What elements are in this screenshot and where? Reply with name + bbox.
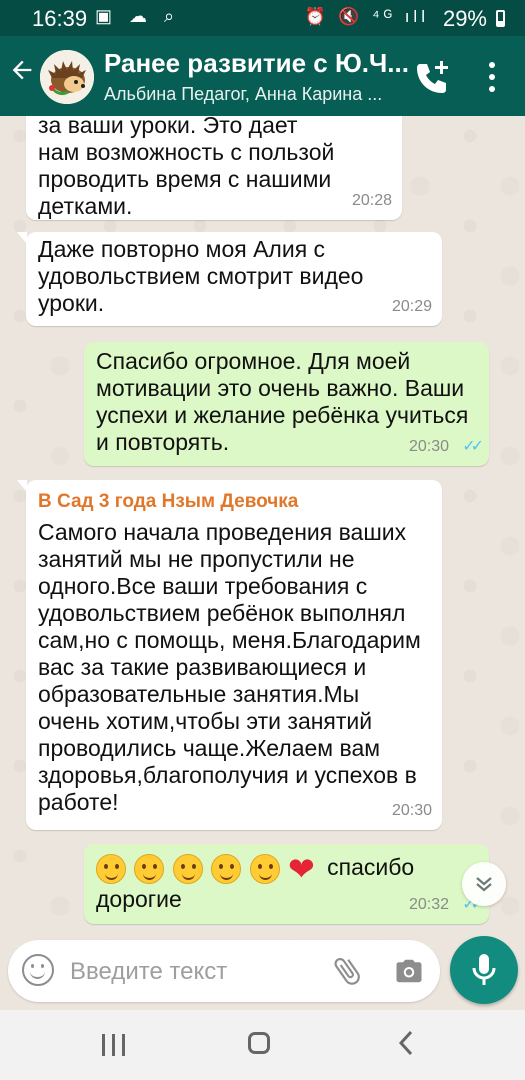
message-text: дорогие (96, 885, 182, 912)
message-outgoing[interactable]: ❤ спасибо дорогие 20:32 ✓✓ (84, 844, 489, 924)
read-receipt-icon: ✓✓ (462, 438, 484, 455)
message-incoming[interactable]: Даже повторно моя Алия с удовольствием с… (17, 232, 442, 326)
camera-icon[interactable] (394, 956, 424, 986)
back-arrow-icon[interactable] (8, 56, 36, 90)
hugging-face-icon (249, 853, 280, 884)
notification-icons: ▣ ☁ ⌕ (95, 6, 181, 26)
chat-participants[interactable]: Альбина Педагог, Анна Карина ... (104, 84, 382, 105)
microphone-icon (472, 954, 496, 985)
message-incoming[interactable]: за ваши уроки. Это дает нам возможность … (26, 116, 402, 220)
home-icon[interactable] (248, 1032, 270, 1054)
chat-header: Ранее развитие с Ю.Ч... Альбина Педагог,… (0, 36, 525, 116)
message-text: за ваши уроки. Это дает нам возможность … (38, 116, 335, 219)
status-bar: 16:39 ▣ ☁ ⌕ ⏰ 🔇 ⁴ᴳ ıll 29% (0, 0, 525, 36)
recent-apps-icon[interactable] (102, 1034, 126, 1056)
hugging-face-icon (172, 853, 203, 884)
message-outgoing[interactable]: Спасибо огромное. Для моей мотивации это… (84, 342, 489, 466)
message-time: 20:30 (391, 802, 432, 819)
scroll-to-bottom-button[interactable] (462, 862, 506, 906)
group-avatar[interactable] (40, 50, 94, 104)
message-input[interactable] (68, 952, 322, 992)
message-list[interactable]: за ваши уроки. Это дает нам возможность … (0, 116, 525, 940)
message-text: Даже повторно моя Алия с удовольствием с… (38, 236, 364, 316)
system-navigation-bar (0, 1010, 525, 1080)
nav-back-icon[interactable] (396, 1028, 416, 1064)
crying-face-icon (96, 853, 126, 884)
emoji-icon[interactable] (22, 954, 54, 986)
message-incoming[interactable]: В Сад 3 года Нзым Девочка Самого начала … (17, 480, 442, 830)
message-input-container[interactable] (8, 940, 440, 1002)
battery-icon (496, 10, 505, 27)
status-time: 16:39 (32, 6, 88, 31)
add-call-icon[interactable] (412, 58, 452, 98)
hugging-face-icon (211, 853, 242, 884)
more-options-icon[interactable] (482, 62, 502, 98)
message-time: 20:28 (351, 192, 392, 209)
attach-icon[interactable] (330, 952, 364, 990)
message-text: спасибо (327, 854, 415, 880)
message-text: Самого начала проведения ваших занятий м… (38, 519, 421, 815)
message-time: 20:29 (391, 298, 432, 315)
message-time: 20:30 (408, 438, 449, 455)
battery-percent: 29% (442, 6, 487, 31)
chat-title[interactable]: Ранее развитие с Ю.Ч... (104, 48, 409, 79)
emoji-row: ❤ (96, 853, 327, 885)
sender-name[interactable]: В Сад 3 года Нзым Девочка (38, 488, 430, 515)
message-time: 20:32 (408, 896, 449, 913)
voice-message-button[interactable] (450, 936, 518, 1004)
system-status-icons: ⏰ 🔇 ⁴ᴳ ıll (304, 7, 429, 26)
red-heart-icon: ❤ (287, 850, 315, 887)
composer-bar (0, 936, 525, 1010)
zany-face-icon (134, 853, 165, 884)
